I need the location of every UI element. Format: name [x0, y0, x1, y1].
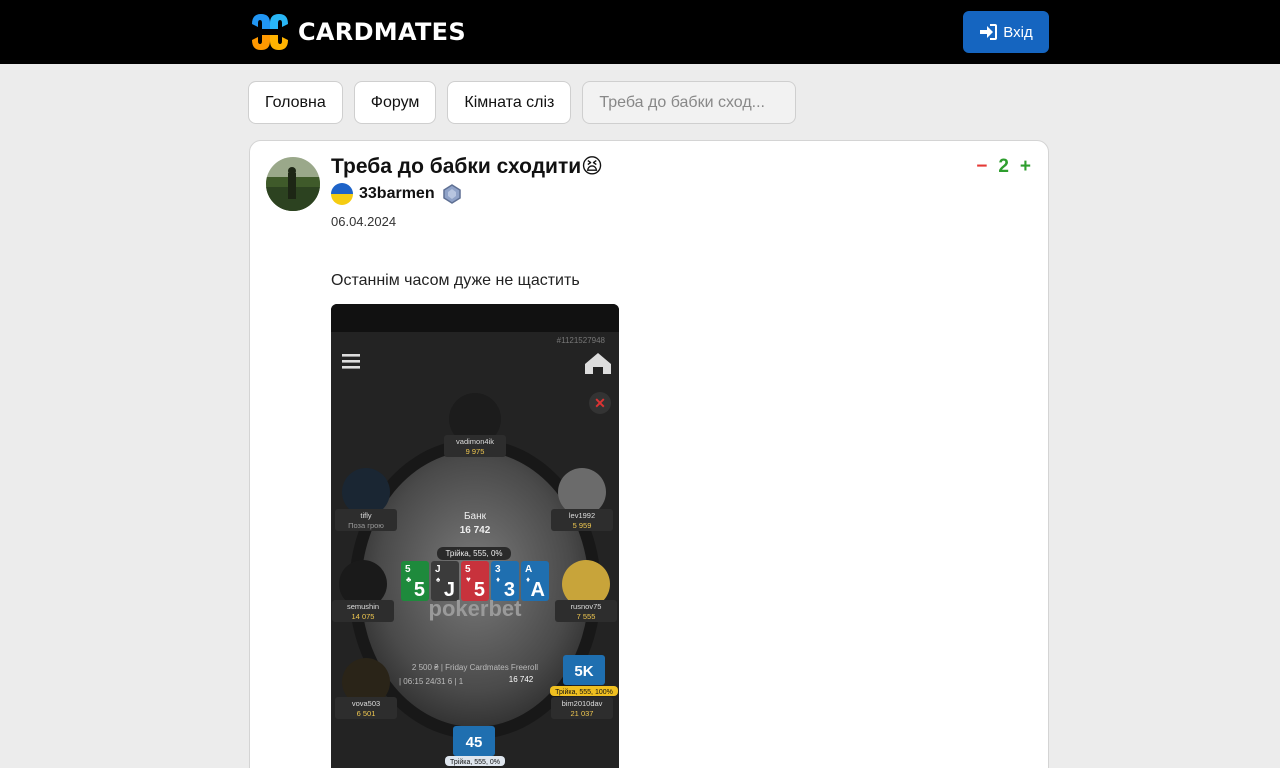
post-title: Треба до бабки сходити😫 — [331, 155, 604, 178]
forum-post: Треба до бабки сходити😫 33barmen 06.04.2… — [249, 140, 1049, 768]
svg-text:5K: 5K — [574, 663, 593, 680]
board-card-suit: ♥ — [466, 575, 471, 584]
board-card-rank-small: 3 — [495, 564, 501, 575]
author-row: 33barmen — [331, 183, 463, 205]
board-card: A♦ A — [521, 561, 549, 601]
rating-controls: − 2 + — [976, 156, 1031, 178]
top-bar: CARDMATES Вхід — [0, 0, 1280, 64]
board-card-suit: ♣ — [406, 575, 412, 584]
svg-text:5 959: 5 959 — [573, 521, 592, 530]
tired-face-emoji-icon: 😫 — [581, 155, 604, 178]
svg-text:Трійка, 555, 100%: Трійка, 555, 100% — [555, 688, 613, 696]
bank-label: Банк — [464, 511, 487, 522]
board-card-rank-large: A — [531, 579, 545, 601]
svg-text:vadimon4ik: vadimon4ik — [456, 437, 494, 446]
svg-text:7 555: 7 555 — [577, 612, 596, 621]
board-card-rank-small: 5 — [405, 564, 411, 575]
bank-value: 16 742 — [460, 525, 491, 536]
menu-icon — [342, 354, 360, 369]
cardmates-logo-icon — [252, 14, 288, 50]
board-card-rank-small: J — [435, 564, 441, 575]
svg-text:14 075: 14 075 — [352, 612, 375, 621]
board-card-suit: ♦ — [496, 575, 500, 584]
tournament-name: 2 500 ₴ | Friday Cardmates Freeroll — [412, 663, 538, 672]
login-label: Вхід — [1003, 23, 1033, 41]
svg-text:rusnov75: rusnov75 — [571, 602, 602, 611]
breadcrumb-home[interactable]: Головна — [248, 81, 343, 124]
pokerbet-brand: pokerbet — [429, 596, 523, 621]
author-name[interactable]: 33barmen — [359, 185, 435, 203]
svg-text:45: 45 — [466, 734, 483, 751]
tournament-info: | 06:15 24/31 6 | 1 — [399, 677, 464, 686]
logo-text: CARDMATES — [298, 18, 466, 46]
board-card: 5♥ 5 — [461, 561, 489, 601]
breadcrumb: Головна Форум Кімната сліз Треба до бабк… — [248, 81, 797, 124]
rank-badge-icon — [442, 184, 461, 204]
svg-text:21 037: 21 037 — [571, 709, 594, 718]
svg-text:vova503: vova503 — [352, 699, 380, 708]
board-card-suit: ♦ — [526, 575, 530, 584]
breadcrumb-category[interactable]: Кімната сліз — [447, 81, 572, 124]
svg-text:lev1992: lev1992 — [569, 511, 595, 520]
logo[interactable]: CARDMATES — [248, 10, 466, 54]
ukraine-flag-icon — [331, 183, 353, 205]
poker-screenshot[interactable]: #1121527948 ✕ Банк 16 742 Трійка, 555, 0… — [331, 304, 619, 768]
rating-score: 2 — [998, 156, 1009, 177]
board-card-rank-small: 5 — [465, 564, 471, 575]
board-card: J♠ J — [431, 561, 459, 601]
svg-text:tifly: tifly — [360, 511, 372, 520]
avatar-image — [266, 157, 320, 211]
board-card: 3♦ 3 — [491, 561, 519, 601]
upvote-button[interactable]: + — [1020, 156, 1031, 178]
breadcrumb-current-topic: Треба до бабки сход... — [582, 81, 797, 124]
pot-chip: 16 742 — [509, 675, 534, 684]
svg-text:9 975: 9 975 — [466, 447, 485, 456]
avatar[interactable] — [266, 157, 320, 211]
svg-text:6 501: 6 501 — [357, 709, 376, 718]
downvote-button[interactable]: − — [976, 156, 987, 178]
post-text: Останнім часом дуже не щастить — [331, 272, 580, 289]
poker-table-image: #1121527948 ✕ Банк 16 742 Трійка, 555, 0… — [331, 304, 619, 768]
svg-text:semushin: semushin — [347, 602, 379, 611]
board-cards: 5♣ 5J♠ J5♥ 53♦ 3A♦ A — [401, 561, 549, 601]
close-icon: ✕ — [594, 395, 606, 411]
login-button[interactable]: Вхід — [963, 11, 1049, 53]
svg-text:Поза грою: Поза грою — [348, 521, 384, 530]
board-card-rank-small: A — [525, 564, 532, 575]
post-date: 06.04.2024 — [331, 214, 397, 229]
svg-text:bim2010dav: bim2010dav — [562, 699, 603, 708]
hand-id: #1121527948 — [557, 336, 606, 345]
svg-text:Трійка, 555, 0%: Трійка, 555, 0% — [450, 758, 500, 766]
sign-in-icon — [980, 24, 998, 40]
breadcrumb-forum[interactable]: Форум — [353, 81, 437, 124]
board-card: 5♣ 5 — [401, 561, 429, 601]
board-hand-rank: Трійка, 555, 0% — [445, 549, 502, 558]
board-card-rank-large: 5 — [414, 579, 425, 601]
